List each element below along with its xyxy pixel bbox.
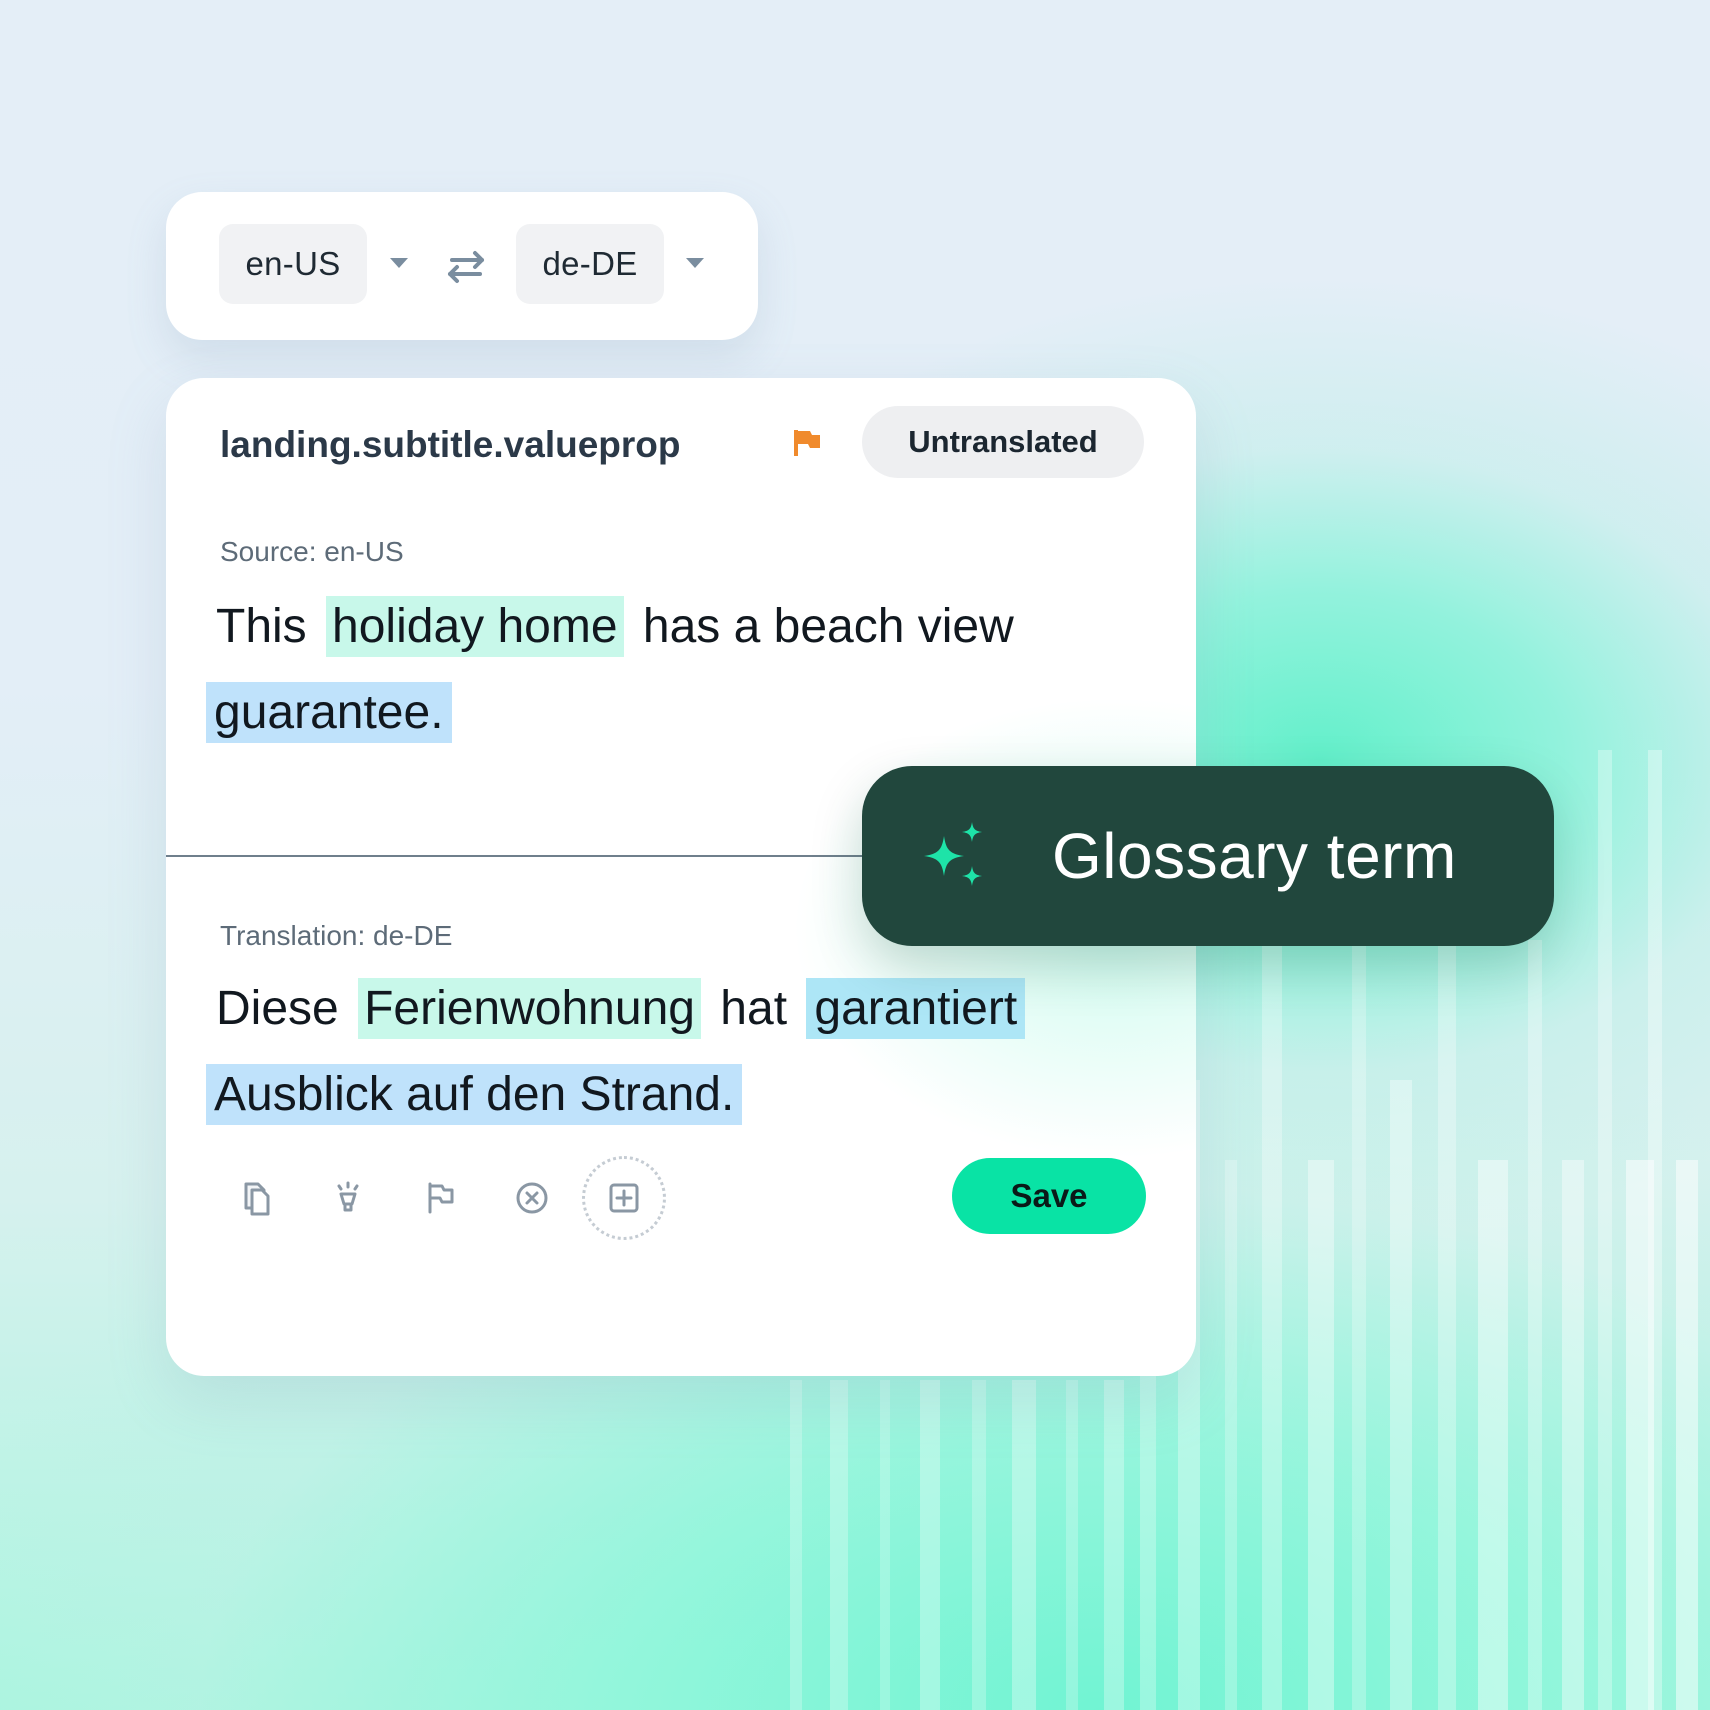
target-language-select[interactable]: de-DE: [516, 224, 664, 304]
translation-segment: hat: [720, 982, 788, 1035]
glossary-term-label: Glossary term: [1052, 820, 1457, 892]
source-segment: has a beach view: [642, 600, 1014, 653]
status-badge: Untranslated: [862, 406, 1144, 478]
copy-icon: [244, 1182, 270, 1216]
translation-glossary-highlight[interactable]: Ferienwohnung: [358, 978, 701, 1039]
target-language-chevron-down-icon[interactable]: [686, 258, 704, 268]
swap-languages-icon[interactable]: [442, 246, 490, 286]
source-phrase-highlight[interactable]: guarantee.: [206, 682, 452, 743]
add-button[interactable]: [582, 1156, 666, 1240]
translation-phrase-highlight[interactable]: garantiert: [806, 978, 1026, 1039]
sparkle-icon: [924, 822, 982, 886]
lightbulb-icon: [337, 1181, 359, 1212]
add-box-icon: [609, 1183, 639, 1213]
glossary-term-tag: Glossary term: [862, 766, 1554, 946]
flag-icon[interactable]: [792, 426, 824, 458]
editor-toolbar: Save: [166, 1138, 1196, 1258]
translation-text[interactable]: Diese Ferienwohnung hat garantiert Ausbl…: [206, 966, 1150, 1138]
flag-button[interactable]: [398, 1156, 482, 1240]
translation-segment: Diese: [216, 982, 339, 1035]
translation-key: landing.subtitle.valueprop: [220, 424, 681, 465]
source-label: Source: en-US: [220, 536, 404, 567]
close-circle-icon: [516, 1182, 548, 1214]
language-selector: en-US de-DE: [166, 192, 758, 340]
source-segment: This: [216, 600, 307, 653]
flag-outline-icon: [428, 1182, 454, 1214]
clear-button[interactable]: [490, 1156, 574, 1240]
copy-source-button[interactable]: [214, 1156, 298, 1240]
source-text: This holiday home has a beach view guara…: [206, 584, 1150, 756]
source-glossary-highlight[interactable]: holiday home: [326, 596, 624, 657]
translation-phrase-highlight[interactable]: Ausblick auf den Strand.: [206, 1064, 743, 1125]
source-language-select[interactable]: en-US: [219, 224, 367, 304]
suggestion-button[interactable]: [306, 1156, 390, 1240]
translation-label: Translation: de-DE: [220, 920, 453, 951]
source-language-chevron-down-icon[interactable]: [390, 258, 408, 268]
save-button[interactable]: Save: [952, 1158, 1146, 1234]
canvas: en-US de-DE landing.subtitle.valueprop U…: [0, 0, 1710, 1710]
